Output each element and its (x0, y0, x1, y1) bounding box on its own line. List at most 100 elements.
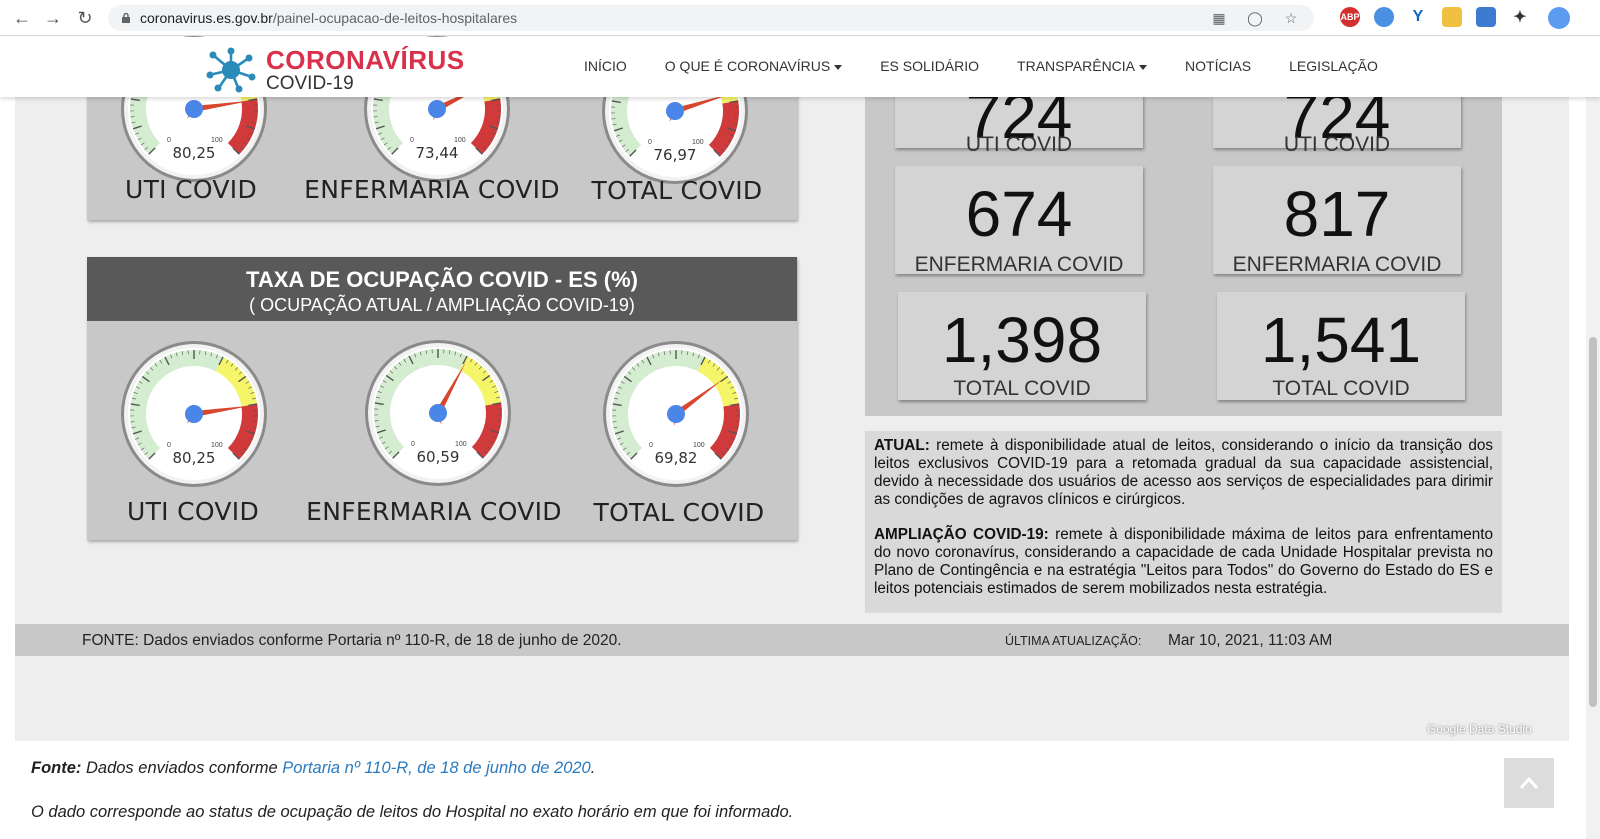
reload-icon[interactable]: ↻ (69, 4, 101, 32)
stat-card-total-atual: 1,398 TOTAL COVID (898, 292, 1146, 400)
portaria-link[interactable]: Portaria nº 110-R, de 18 de junho de 202… (282, 759, 590, 777)
nav-label: ES SOLIDÁRIO (880, 58, 980, 74)
adblock-label: ABP (1340, 12, 1360, 22)
star-icon[interactable]: ☆ (1282, 9, 1300, 27)
gauge-label: ENFERMARIA COVID (306, 497, 562, 526)
address-bar[interactable]: coronavirus.es.gov.br/painel-ocupacao-de… (108, 5, 1314, 31)
nav-item-inicio[interactable]: INÍCIO (584, 58, 627, 74)
gauge-min-label: 0 (649, 442, 653, 449)
stat-label: TOTAL COVID (1272, 377, 1410, 400)
gauge-value: 69,82 (655, 449, 698, 467)
gauge-value: 60,59 (417, 448, 460, 466)
gauge-max-label: 100 (692, 139, 704, 146)
forward-icon[interactable]: → (37, 4, 69, 32)
update-value: Mar 10, 2021, 11:03 AM (1168, 632, 1333, 649)
back-icon[interactable]: ← (6, 4, 38, 32)
gauge-enfermaria: 0 10060,59 (365, 340, 511, 486)
gauge-max-label: 100 (211, 442, 223, 449)
extension-icon[interactable] (1476, 7, 1496, 27)
update-label: ÚLTIMA ATUALIZAÇÃO: (1005, 634, 1142, 648)
stat-label: UTI COVID (965, 133, 1073, 156)
panel-subtitle: ( OCUPAÇÃO ATUAL / AMPLIAÇÃO COVID-19) (249, 295, 635, 315)
gauge-min-label: 0 (167, 442, 171, 449)
nav-item-legislacao[interactable]: LEGISLAÇÃO (1289, 58, 1378, 74)
logo-title: CORONAVÍRUS (266, 45, 465, 75)
eye-off-icon[interactable]: ◯ (1246, 9, 1264, 27)
lock-icon (122, 12, 130, 23)
gauge-min-label: 0 (410, 137, 414, 144)
gauge-label: UTI COVID (126, 497, 259, 526)
gauge-label: UTI COVID (124, 175, 257, 204)
extension-icon[interactable] (1374, 7, 1394, 27)
caret-down-icon (1139, 64, 1148, 70)
gauge-hub (428, 100, 446, 118)
source-note-term: Fonte: (31, 759, 82, 777)
panel-title: TAXA DE OCUPAÇÃO COVID - ES (%) (246, 267, 638, 292)
gauge-uti: 0 10080,25 (121, 341, 267, 487)
stat-label: UTI COVID (1283, 133, 1391, 156)
gauge-label: TOTAL COVID (593, 498, 765, 527)
gauge-value: 80,25 (173, 449, 216, 467)
data-studio-badge[interactable]: Google Data Studio (1427, 722, 1532, 736)
gauge-hub (185, 100, 203, 118)
gauge-min-label: 0 (167, 137, 171, 144)
site-logo[interactable]: CORONAVÍRUS COVID-19 (206, 47, 465, 93)
main-nav: INÍCIO O QUE É CORONAVÍRUS ES SOLIDÁRIO … (584, 58, 1416, 74)
site-header: CORONAVÍRUS COVID-19 INÍCIO O QUE É CORO… (0, 37, 1600, 97)
nav-label: LEGISLAÇÃO (1289, 58, 1378, 74)
gauge-hub (667, 405, 685, 423)
legend-term: ATUAL: (874, 437, 930, 454)
virus-logo-icon (206, 47, 256, 93)
gauge-label: ENFERMARIA COVID (304, 175, 560, 204)
url-path: /painel-ocupacao-de-leitos-hospitalares (272, 10, 518, 26)
scrollbar[interactable] (1586, 37, 1600, 839)
nav-label: INÍCIO (584, 58, 627, 74)
gauge-max-label: 100 (693, 442, 705, 449)
adblock-icon[interactable]: ABP (1340, 7, 1360, 27)
gauge-value: 73,44 (416, 144, 459, 162)
nav-label: NOTÍCIAS (1185, 58, 1252, 74)
legend-term: AMPLIAÇÃO COVID-19: (874, 526, 1049, 543)
caret-down-icon (834, 64, 843, 70)
source-text: FONTE: Dados enviados conforme Portaria … (82, 632, 622, 649)
stat-label: TOTAL COVID (953, 377, 1091, 400)
source-strip: FONTE: Dados enviados conforme Portaria … (15, 624, 1569, 656)
nav-item-noticias[interactable]: NOTÍCIAS (1185, 58, 1251, 74)
source-note-post: . (590, 759, 596, 777)
panel-header: TAXA DE OCUPAÇÃO COVID - ES (%) ( OCUPAÇ… (87, 257, 797, 321)
gauge-panel-taxa: TAXA DE OCUPAÇÃO COVID - ES (%) ( OCUPAÇ… (87, 257, 797, 540)
scrollbar-thumb[interactable] (1589, 337, 1597, 707)
gauge-max-label: 100 (454, 137, 466, 144)
gauge-hub (429, 404, 447, 422)
browser-toolbar: ← → ↻ coronavirus.es.gov.br/painel-ocupa… (0, 0, 1600, 36)
nav-item-o-que-e-coronavirus[interactable]: O QUE É CORONAVÍRUS (664, 58, 843, 74)
gauge-value: 80,25 (173, 144, 216, 162)
gauge-max-label: 100 (211, 137, 223, 144)
puzzle-icon[interactable]: ✦ (1510, 7, 1530, 27)
stat-number: 1,541 (1260, 304, 1422, 376)
qr-icon[interactable]: ▦ (1210, 9, 1228, 27)
nav-item-transparencia[interactable]: TRANSPARÊNCIA (1017, 58, 1148, 74)
nav-item-es-solidario[interactable]: ES SOLIDÁRIO (880, 58, 979, 74)
source-note: Fonte: Dados enviados conforme Portaria … (31, 759, 595, 778)
stat-card-enfermaria-ampliacao: 817 ENFERMARIA COVID (1213, 166, 1461, 276)
gauge-hub (185, 405, 203, 423)
stat-number: 674 (965, 178, 1073, 250)
gauge-min-label: 0 (648, 139, 652, 146)
stat-card-enfermaria-atual: 674 ENFERMARIA COVID (895, 166, 1143, 276)
stat-card-total-ampliacao: 1,541 TOTAL COVID (1217, 292, 1465, 400)
y-extension-icon[interactable]: Y (1408, 7, 1428, 27)
back-to-top-button[interactable] (1504, 758, 1554, 808)
chevron-up-icon (1520, 777, 1538, 789)
profile-avatar[interactable] (1548, 7, 1570, 29)
stat-label: ENFERMARIA COVID (914, 253, 1124, 276)
logo-subtitle: COVID-19 (266, 73, 354, 94)
stat-label: ENFERMARIA COVID (1232, 253, 1442, 276)
menu-icon[interactable]: ⋮ (1592, 7, 1600, 29)
gauge-max-label: 100 (455, 441, 467, 448)
gauge-label: TOTAL COVID (591, 176, 763, 205)
legend-ampliacao: AMPLIAÇÃO COVID-19: remete à disponibili… (874, 526, 1493, 598)
extension-icon[interactable] (1442, 7, 1462, 27)
nav-label: O QUE É CORONAVÍRUS (664, 58, 831, 74)
nav-label: TRANSPARÊNCIA (1017, 58, 1136, 74)
